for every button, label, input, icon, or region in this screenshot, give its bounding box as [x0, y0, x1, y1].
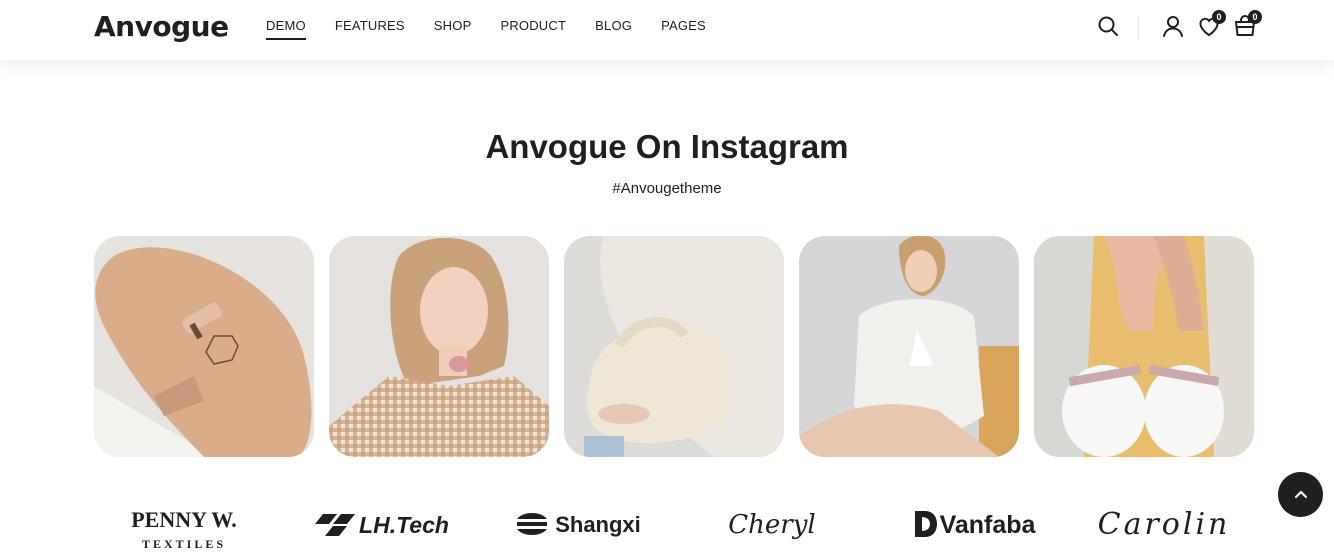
- brand-logo-vanfaba: Vanfaba: [898, 506, 1048, 546]
- main-nav: DEMO FEATURES SHOP PRODUCT BLOG PAGES: [266, 18, 735, 40]
- instagram-hashtag[interactable]: #Anvougetheme: [0, 180, 1334, 197]
- search-icon[interactable]: [1096, 14, 1120, 38]
- cart-button[interactable]: 0: [1233, 10, 1262, 38]
- nav-item-demo[interactable]: DEMO: [266, 18, 306, 40]
- brand-lhtech-name: LH.Tech: [359, 512, 449, 538]
- instagram-image-handbag[interactable]: [564, 236, 784, 457]
- nav-item-pages[interactable]: PAGES: [661, 18, 706, 40]
- brand-logo-lhtech: LH.Tech: [312, 506, 452, 546]
- nav-item-product[interactable]: PRODUCT: [500, 18, 566, 40]
- shangxi-mark-icon: [517, 513, 548, 535]
- brand-logo-penny: PENNY W. TEXTILES: [114, 506, 254, 551]
- user-icon[interactable]: [1161, 14, 1185, 38]
- vanfaba-mark-icon: [914, 511, 937, 537]
- nav-item-blog[interactable]: BLOG: [595, 18, 632, 40]
- brand-penny-sub: TEXTILES: [141, 537, 227, 551]
- brand-shangxi-name: Shangxi: [555, 512, 641, 537]
- site-logo[interactable]: Anvogue: [94, 10, 229, 43]
- brand-logo-carolin: Carolin: [1097, 507, 1231, 542]
- wishlist-button[interactable]: 0: [1197, 10, 1226, 38]
- instagram-image-shoe-sole[interactable]: [94, 236, 314, 457]
- header-divider: [1138, 16, 1139, 38]
- cart-count-badge: 0: [1248, 10, 1262, 24]
- nav-item-features[interactable]: FEATURES: [335, 18, 405, 40]
- scroll-to-top-button[interactable]: [1278, 472, 1323, 517]
- brand-logo-shangxi: Shangxi: [508, 506, 648, 546]
- site-header: Anvogue DEMO FEATURES SHOP PRODUCT BLOG …: [0, 0, 1334, 60]
- instagram-image-white-shirt-model[interactable]: [799, 236, 1019, 457]
- chevron-up-icon: [1294, 490, 1307, 498]
- wishlist-count-badge: 0: [1212, 10, 1226, 24]
- brand-vanfaba-name: Vanfaba: [939, 511, 1036, 539]
- instagram-image-ballet-flats[interactable]: [1034, 236, 1254, 457]
- lhtech-mark-icon: [315, 514, 356, 536]
- brand-penny-name: PENNY W.: [131, 507, 237, 532]
- nav-item-shop[interactable]: SHOP: [434, 18, 472, 40]
- brand-logo-cheryl: Cheryl: [728, 510, 816, 540]
- instagram-image-gingham-model[interactable]: [329, 236, 549, 457]
- section-title: Anvogue On Instagram: [485, 128, 849, 165]
